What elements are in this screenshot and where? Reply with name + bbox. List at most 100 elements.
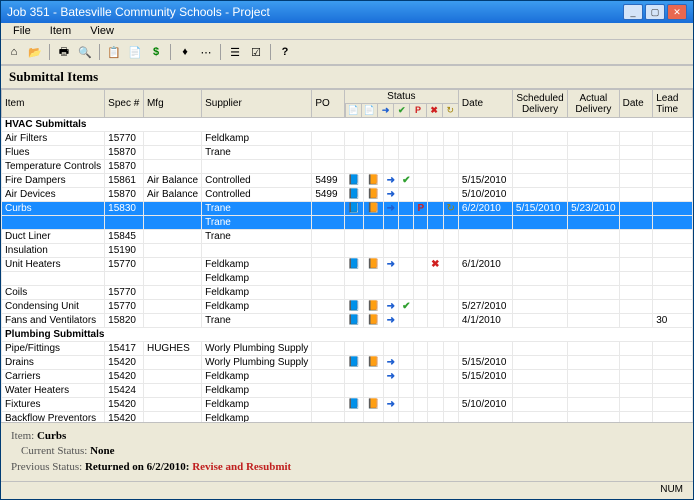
copy-icon[interactable]: 📋 [105, 43, 123, 61]
table-row[interactable]: Carriers15420Feldkamp➜5/15/2010 [2, 370, 693, 384]
cell-po [312, 146, 344, 160]
cell-item: Condensing Unit [2, 300, 105, 314]
cell-lead [653, 384, 693, 398]
money-icon[interactable]: $ [147, 43, 165, 61]
print-icon[interactable]: 🖶 [55, 43, 73, 61]
menu-item[interactable]: Item [42, 23, 79, 39]
cell-status-5 [428, 216, 443, 230]
cell-scheduled [512, 286, 567, 300]
col-date[interactable]: Date [458, 90, 512, 118]
table-row[interactable]: Air Devices15870Air BalanceControlled549… [2, 188, 693, 202]
close-button[interactable]: ✕ [667, 4, 687, 20]
cell-status-6 [443, 356, 458, 370]
cell-status-5 [428, 272, 443, 286]
table-row[interactable]: Unit Heaters15770Feldkamp📘📙➜✖6/1/2010 [2, 258, 693, 272]
open-icon[interactable]: 📂 [26, 43, 44, 61]
col-actual-delivery[interactable]: Actual Delivery [568, 90, 620, 118]
titlebar: Job 351 - Batesville Community Schools -… [1, 1, 693, 23]
cell-date2 [619, 314, 653, 328]
cell-status-6 [443, 272, 458, 286]
col-mfg[interactable]: Mfg [143, 90, 201, 118]
cell-status-4 [414, 356, 428, 370]
maximize-button[interactable]: ▢ [645, 4, 665, 20]
cell-item: Fixtures [2, 398, 105, 412]
cell-lead [653, 132, 693, 146]
new-icon[interactable]: 📄 [126, 43, 144, 61]
table-row[interactable]: Backflow Preventors15420Feldkamp [2, 412, 693, 422]
col-spec[interactable]: Spec # [105, 90, 144, 118]
cell-spec: 15190 [105, 244, 144, 258]
grid-container[interactable]: Item Spec # Mfg Supplier PO Status 📄 📄 ➜… [1, 89, 693, 422]
cell-date [458, 160, 512, 174]
table-row[interactable]: Fire Dampers15861Air BalanceControlled54… [2, 174, 693, 188]
cell-po [312, 202, 344, 216]
table-row[interactable]: Insulation15190 [2, 244, 693, 258]
cell-status-0 [344, 146, 363, 160]
home-icon[interactable]: ⌂ [5, 43, 23, 61]
cell-lead [653, 216, 693, 230]
cell-status-1 [364, 272, 383, 286]
status-arrow-icon: ➜ [377, 104, 393, 117]
cell-status-1: 📙 [364, 188, 383, 202]
doc-icon[interactable]: ☰ [226, 43, 244, 61]
cell-scheduled [512, 384, 567, 398]
table-row[interactable]: Fixtures15420Feldkamp📘📙➜5/10/2010 [2, 398, 693, 412]
table-row[interactable]: Coils15770Feldkamp [2, 286, 693, 300]
table-row[interactable]: Water Heaters15424Feldkamp [2, 384, 693, 398]
arrow-icon: ➜ [387, 399, 395, 410]
col-date2[interactable]: Date [619, 90, 653, 118]
cell-status-2: ➜ [383, 202, 398, 216]
col-scheduled-delivery[interactable]: Scheduled Delivery [512, 90, 567, 118]
dots-icon[interactable]: ⋯ [197, 43, 215, 61]
cell-status-0: 📘 [344, 300, 363, 314]
cell-date: 5/10/2010 [458, 188, 512, 202]
cell-supplier [202, 160, 312, 174]
cell-status-4 [414, 412, 428, 422]
cell-status-0 [344, 384, 363, 398]
table-row[interactable]: Duct Liner15845Trane [2, 230, 693, 244]
col-item[interactable]: Item [2, 90, 105, 118]
group-row[interactable]: HVAC Submittals [2, 118, 693, 132]
table-row[interactable]: Drains15420Worly Plumbing Supply📘📙➜5/15/… [2, 356, 693, 370]
col-status[interactable]: Status 📄 📄 ➜ ✔ P ✖ ↻ [344, 90, 458, 118]
cell-status-3 [399, 356, 414, 370]
table-row[interactable]: Fans and Ventilators15820Trane📘📙➜4/1/201… [2, 314, 693, 328]
cell-actual [568, 132, 620, 146]
preview-icon[interactable]: 🔍 [76, 43, 94, 61]
cell-status-0: 📘 [344, 174, 363, 188]
main-window: Job 351 - Batesville Community Schools -… [0, 0, 694, 500]
cell-status-4 [414, 132, 428, 146]
menu-file[interactable]: File [5, 23, 39, 39]
cell-po [312, 244, 344, 258]
cell-mfg: HUGHES [143, 342, 201, 356]
table-row[interactable]: Flues15870Trane [2, 146, 693, 160]
check-icon[interactable]: ☑ [247, 43, 265, 61]
minimize-button[interactable]: _ [623, 4, 643, 20]
cell-status-5 [428, 174, 443, 188]
col-supplier[interactable]: Supplier [202, 90, 312, 118]
table-row[interactable]: Trane [2, 216, 693, 230]
menu-view[interactable]: View [82, 23, 122, 39]
cell-status-4 [414, 342, 428, 356]
table-row[interactable]: Curbs15830Trane📘📙➜P↻6/2/20105/15/20105/2… [2, 202, 693, 216]
table-row[interactable]: Air Filters15770Feldkamp [2, 132, 693, 146]
cell-status-1 [364, 370, 383, 384]
cell-po [312, 300, 344, 314]
cell-status-5 [428, 146, 443, 160]
col-po[interactable]: PO [312, 90, 344, 118]
table-row[interactable]: Pipe/Fittings15417HUGHESWorly Plumbing S… [2, 342, 693, 356]
cell-status-6 [443, 174, 458, 188]
table-row[interactable]: Temperature Controls15870 [2, 160, 693, 174]
cell-date: 5/27/2010 [458, 300, 512, 314]
table-row[interactable]: Feldkamp [2, 272, 693, 286]
cell-spec: 15770 [105, 258, 144, 272]
cell-status-4 [414, 272, 428, 286]
doc2-icon: 📙 [367, 189, 379, 200]
col-lead-time[interactable]: Lead Time [653, 90, 693, 118]
group-row[interactable]: Plumbing Submittals [2, 328, 693, 342]
table-row[interactable]: Condensing Unit15770Feldkamp📘📙➜✔5/27/201… [2, 300, 693, 314]
help-icon[interactable]: ? [276, 43, 294, 61]
cell-supplier: Feldkamp [202, 412, 312, 422]
cell-actual [568, 342, 620, 356]
diamond-icon[interactable]: ♦ [176, 43, 194, 61]
